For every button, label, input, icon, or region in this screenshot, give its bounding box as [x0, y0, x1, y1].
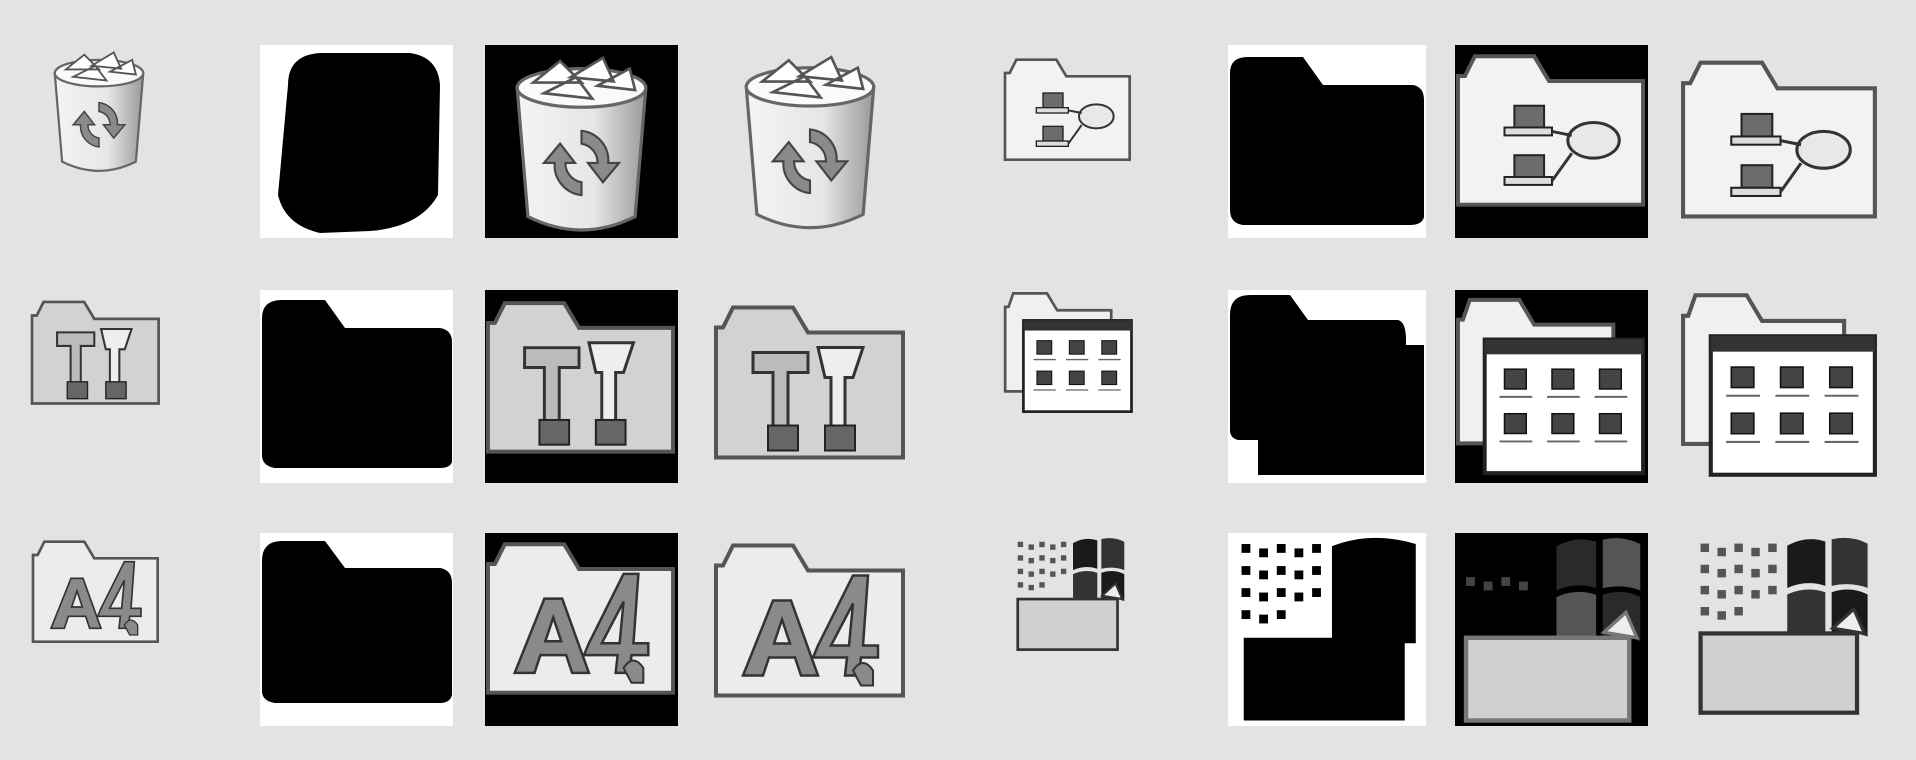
network-folder-icon	[1003, 58, 1131, 161]
recycle-bin-icon	[53, 51, 145, 172]
programs-folder-inverted-frame	[1455, 290, 1648, 483]
recycle-bin-large-icon	[725, 40, 895, 240]
network-folder-small-icon	[1003, 52, 1133, 164]
programs-folder-icon	[1003, 292, 1133, 413]
windows-folder-large-icon	[1690, 533, 1875, 718]
network-folder-icon	[1681, 60, 1877, 219]
programs-folder-icon	[1455, 297, 1646, 476]
windows-folder-mask-frame	[1228, 533, 1426, 726]
windows-folder-mask	[1241, 537, 1416, 721]
fonts-folder-icon	[31, 540, 159, 643]
fonts-folder-mask	[262, 541, 452, 703]
tools-folder-icon	[485, 301, 676, 454]
icon-sheet	[0, 0, 1916, 760]
windows-folder-small-icon	[1010, 535, 1130, 653]
windows-folder-icon	[1016, 538, 1125, 651]
network-folder-mask	[1230, 57, 1424, 225]
network-folder-mask-frame	[1228, 45, 1426, 238]
fonts-folder-large-icon	[713, 533, 908, 703]
fonts-folder-small-icon	[30, 535, 162, 645]
tools-folder-large-icon	[713, 295, 908, 465]
tools-folder-icon	[714, 305, 905, 460]
recycle-bin-icon	[744, 55, 876, 230]
recycle-bin-icon	[515, 55, 648, 232]
network-folder-large-icon	[1680, 52, 1880, 222]
fonts-folder-inverted-frame	[485, 533, 678, 726]
recycle-bin-mask	[278, 53, 440, 233]
fonts-folder-icon	[485, 542, 676, 695]
programs-folder-icon	[1681, 293, 1877, 477]
tools-folder-mask-frame	[260, 290, 453, 483]
programs-folder-large-icon	[1680, 290, 1880, 480]
tools-folder-mask	[262, 300, 452, 468]
windows-folder-icon	[1698, 537, 1868, 715]
windows-folder-icon	[1463, 538, 1641, 723]
tools-folder-small-icon	[30, 295, 162, 407]
programs-folder-mask-frame	[1228, 290, 1426, 483]
programs-folder-mask	[1230, 295, 1424, 475]
programs-folder-small-icon	[1003, 290, 1135, 415]
fonts-folder-mask-frame	[260, 533, 453, 726]
network-folder-icon	[1455, 54, 1646, 207]
recycle-bin-inverted-frame	[485, 45, 678, 238]
tools-folder-icon	[30, 300, 160, 405]
fonts-folder-icon	[714, 543, 905, 698]
recycle-bin-mask-frame	[260, 45, 453, 238]
tools-folder-inverted-frame	[485, 290, 678, 483]
network-folder-inverted-frame	[1455, 45, 1648, 238]
windows-folder-inverted-frame	[1455, 533, 1648, 726]
recycle-bin-small-icon	[40, 40, 158, 180]
